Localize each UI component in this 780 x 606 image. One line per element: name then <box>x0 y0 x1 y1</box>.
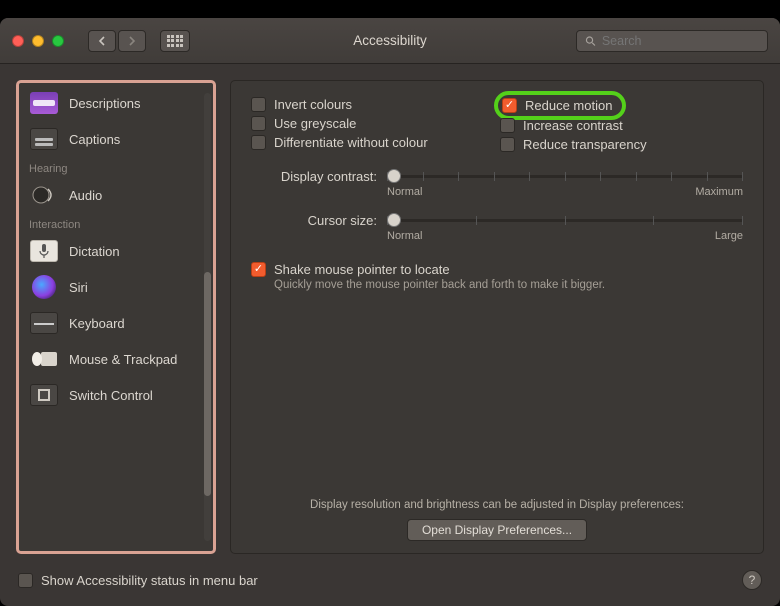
back-button[interactable] <box>88 30 116 52</box>
search-icon <box>585 35 596 47</box>
shake-pointer-hint: Quickly move the mouse pointer back and … <box>274 279 743 291</box>
shake-pointer-checkbox[interactable]: ✓Shake mouse pointer to locate <box>251 262 450 277</box>
reduce-motion-checkbox[interactable]: ✓Reduce motion <box>502 96 612 115</box>
sidebar-item-label: Descriptions <box>69 96 141 111</box>
descriptions-icon <box>29 91 59 115</box>
content: Descriptions Captions Hearing Audio Inte… <box>0 64 780 564</box>
option-label: Show Accessibility status in menu bar <box>41 573 258 588</box>
sidebar-item-dictation[interactable]: Dictation <box>19 233 213 269</box>
cursor-size-label: Cursor size: <box>251 213 377 228</box>
siri-icon <box>29 275 59 299</box>
option-label: Reduce transparency <box>523 137 647 152</box>
sidebar-item-label: Dictation <box>69 244 120 259</box>
sidebar-item-label: Keyboard <box>69 316 125 331</box>
show-status-menubar-checkbox[interactable]: Show Accessibility status in menu bar <box>18 571 258 590</box>
show-all-button[interactable] <box>160 30 190 52</box>
grid-icon <box>167 35 184 47</box>
reduce-transparency-checkbox[interactable]: Reduce transparency <box>500 135 743 154</box>
use-greyscale-checkbox[interactable]: Use greyscale <box>251 114 494 133</box>
sidebar-list: Descriptions Captions Hearing Audio Inte… <box>19 83 213 415</box>
sidebar-item-label: Mouse & Trackpad <box>69 352 177 367</box>
display-prefs-footer: Display resolution and brightness can be… <box>231 499 763 541</box>
option-label: Increase contrast <box>523 118 623 133</box>
display-contrast-slider[interactable] <box>387 168 743 184</box>
bottom-bar: Show Accessibility status in menu bar ? <box>0 564 780 606</box>
slider-min-label: Normal <box>387 186 422 198</box>
slider-max-label: Large <box>715 230 743 242</box>
cursor-size-block: Cursor size: Normal Large <box>251 212 743 242</box>
sidebar-category-interaction: Interaction <box>19 213 213 233</box>
nav-buttons <box>88 30 146 52</box>
keyboard-icon <box>29 311 59 335</box>
mouse-trackpad-icon <box>29 347 59 371</box>
search-input[interactable] <box>602 34 759 48</box>
reduce-motion-highlight: ✓Reduce motion <box>494 91 626 120</box>
dictation-icon <box>29 239 59 263</box>
titlebar: Accessibility <box>0 18 780 64</box>
close-icon[interactable] <box>12 35 24 47</box>
sidebar-item-descriptions[interactable]: Descriptions <box>19 85 213 121</box>
sidebar-item-siri[interactable]: Siri <box>19 269 213 305</box>
sidebar-item-mouse-trackpad[interactable]: Mouse & Trackpad <box>19 341 213 377</box>
main-panel: Invert colours Use greyscale Differentia… <box>230 80 764 554</box>
sidebar-item-label: Captions <box>69 132 120 147</box>
option-label: Reduce motion <box>525 98 612 113</box>
option-label: Shake mouse pointer to locate <box>274 262 450 277</box>
slider-max-label: Maximum <box>695 186 743 198</box>
sidebar-item-audio[interactable]: Audio <box>19 177 213 213</box>
accessibility-window: Accessibility Descriptions Captions Hear… <box>0 18 780 606</box>
sidebar-scrollbar[interactable] <box>204 93 211 541</box>
help-button[interactable]: ? <box>742 570 762 590</box>
sidebar: Descriptions Captions Hearing Audio Inte… <box>16 80 216 554</box>
display-contrast-label: Display contrast: <box>251 169 377 184</box>
differentiate-without-colour-checkbox[interactable]: Differentiate without colour <box>251 133 494 152</box>
switch-control-icon <box>29 383 59 407</box>
shake-pointer-row: ✓Shake mouse pointer to locate <box>251 262 743 277</box>
sidebar-category-hearing: Hearing <box>19 157 213 177</box>
sidebar-item-label: Switch Control <box>69 388 153 403</box>
slider-min-label: Normal <box>387 230 422 242</box>
sidebar-item-label: Audio <box>69 188 102 203</box>
sidebar-item-captions[interactable]: Captions <box>19 121 213 157</box>
sidebar-item-label: Siri <box>69 280 88 295</box>
captions-icon <box>29 127 59 151</box>
option-label: Invert colours <box>274 97 352 112</box>
forward-button[interactable] <box>118 30 146 52</box>
window-controls <box>12 35 64 47</box>
option-label: Differentiate without colour <box>274 135 428 150</box>
invert-colours-checkbox[interactable]: Invert colours <box>251 95 494 114</box>
option-label: Use greyscale <box>274 116 356 131</box>
open-display-preferences-button[interactable]: Open Display Preferences... <box>407 519 587 541</box>
window-title: Accessibility <box>353 33 427 48</box>
audio-icon <box>29 183 59 207</box>
cursor-size-slider[interactable] <box>387 212 743 228</box>
increase-contrast-checkbox[interactable]: Increase contrast <box>500 116 743 135</box>
display-prefs-note: Display resolution and brightness can be… <box>231 499 763 511</box>
display-options: Invert colours Use greyscale Differentia… <box>251 95 743 154</box>
zoom-icon[interactable] <box>52 35 64 47</box>
minimize-icon[interactable] <box>32 35 44 47</box>
display-contrast-block: Display contrast: Normal Maximum <box>251 168 743 198</box>
sidebar-item-keyboard[interactable]: Keyboard <box>19 305 213 341</box>
sidebar-item-switch-control[interactable]: Switch Control <box>19 377 213 413</box>
search-field[interactable] <box>576 30 768 52</box>
